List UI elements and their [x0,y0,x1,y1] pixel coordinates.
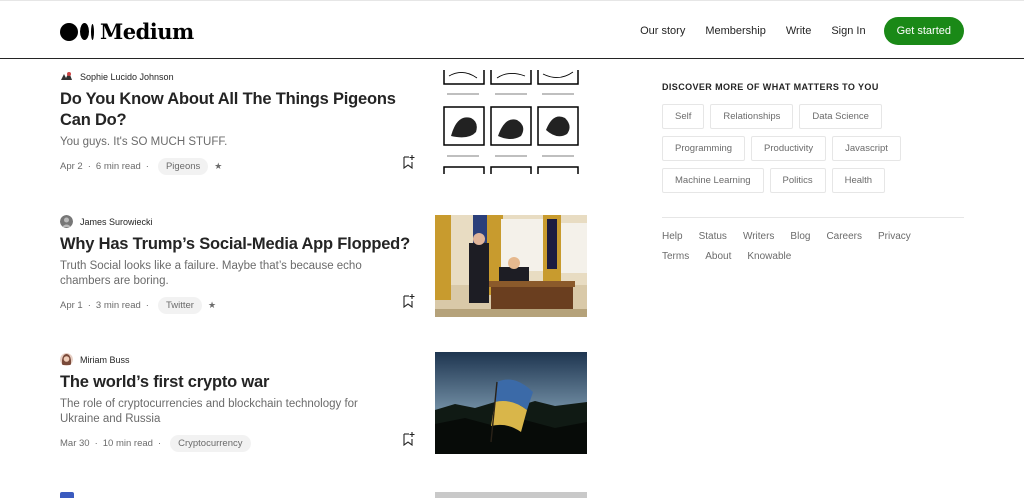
topic-list: Self Relationships Data Science Programm… [662,104,964,200]
topic-health[interactable]: Health [831,168,886,193]
article-read-time: 6 min read [95,161,141,172]
footer-status[interactable]: Status [699,231,727,242]
nav-sign-in[interactable]: Sign In [831,25,865,37]
article-card[interactable]: James Surowiecki Why Has Trump’s Social-… [60,215,587,317]
topic-relationships[interactable]: Relationships [710,104,794,129]
article-card[interactable]: Miriam Buss The world’s first crypto war… [60,352,587,454]
bookmark-add-icon[interactable] [402,431,415,446]
nav-membership[interactable]: Membership [705,25,766,37]
author-avatar-icon [60,215,73,228]
site-header: Medium Our story Membership Write Sign I… [0,0,1024,59]
author-name: Miriam Buss [80,354,130,365]
medium-logo-icon [60,22,94,41]
bookmark-add-icon[interactable] [402,154,415,169]
footer-blog[interactable]: Blog [790,231,810,242]
sidebar: DISCOVER MORE OF WHAT MATTERS TO YOU Sel… [662,82,964,271]
article-date: Apr 1 [60,300,83,311]
nav-our-story[interactable]: Our story [640,25,685,37]
pigeon-comic-thumbnail[interactable] [443,70,580,174]
discover-heading: DISCOVER MORE OF WHAT MATTERS TO YOU [662,82,879,92]
article-tag[interactable]: Twitter [157,297,202,314]
footer-careers[interactable]: Careers [826,231,862,242]
ukraine-flag-photo-thumbnail[interactable] [435,352,587,454]
article-meta: Mar 30 · 10 min read · Cryptocurrency [60,432,415,452]
article-title[interactable]: Do You Know About All The Things Pigeons… [60,89,405,131]
topic-programming[interactable]: Programming [662,136,746,161]
member-star-icon: ★ [207,300,217,310]
topic-data-science[interactable]: Data Science [799,104,882,129]
bookmark-add-icon[interactable] [402,293,415,308]
article-tag[interactable]: Cryptocurrency [170,435,251,452]
footer-about[interactable]: About [705,251,731,262]
article-read-time: 10 min read [102,438,153,449]
footer-links: Help Status Writers Blog Careers Privacy… [662,231,962,271]
author-avatar-icon [60,492,74,498]
sidebar-divider [662,217,964,218]
medium-logo[interactable]: Medium [60,19,194,44]
article-card[interactable]: Sophie Lucido Johnson Do You Know About … [60,70,587,175]
footer-terms[interactable]: Terms [662,251,689,262]
article-meta: Apr 1 · 3 min read · Twitter ★ [60,294,415,314]
article-read-time: 3 min read [95,300,141,311]
article-title[interactable]: The world’s first crypto war [60,372,405,393]
logo-text: Medium [100,19,194,44]
member-star-icon: ★ [214,161,223,171]
oval-office-photo-thumbnail[interactable] [435,215,587,317]
nav-write[interactable]: Write [786,25,811,37]
footer-knowable[interactable]: Knowable [747,251,791,262]
topic-politics[interactable]: Politics [769,168,826,193]
author-avatar-icon [60,70,73,83]
topic-productivity[interactable]: Productivity [751,136,827,161]
footer-privacy[interactable]: Privacy [878,231,911,242]
topic-javascript[interactable]: Javascript [832,136,901,161]
topic-machine-learning[interactable]: Machine Learning [662,168,764,193]
article-subtitle[interactable]: The role of cryptocurrencies and blockch… [60,397,400,427]
article-date: Mar 30 [60,438,90,449]
author-name: James Surowiecki [80,216,153,227]
article-subtitle[interactable]: Truth Social looks like a failure. Maybe… [60,259,400,289]
article-thumbnail[interactable] [435,492,587,498]
article-meta: Apr 2 · 6 min read · Pigeons ★ [60,155,415,175]
article-subtitle[interactable]: You guys. It's SO MUCH STUFF. [60,135,400,150]
author-avatar-icon [60,353,73,366]
author-name: Sophie Lucido Johnson [80,71,174,82]
footer-writers[interactable]: Writers [743,231,774,242]
article-title[interactable]: Why Has Trump’s Social-Media App Flopped… [60,234,420,255]
article-date: Apr 2 [60,161,83,172]
top-nav: Our story Membership Write Sign In Get s… [620,17,964,45]
topic-self[interactable]: Self [662,104,705,129]
article-tag[interactable]: Pigeons [157,158,209,175]
get-started-button[interactable]: Get started [883,17,964,45]
footer-help[interactable]: Help [662,231,683,242]
